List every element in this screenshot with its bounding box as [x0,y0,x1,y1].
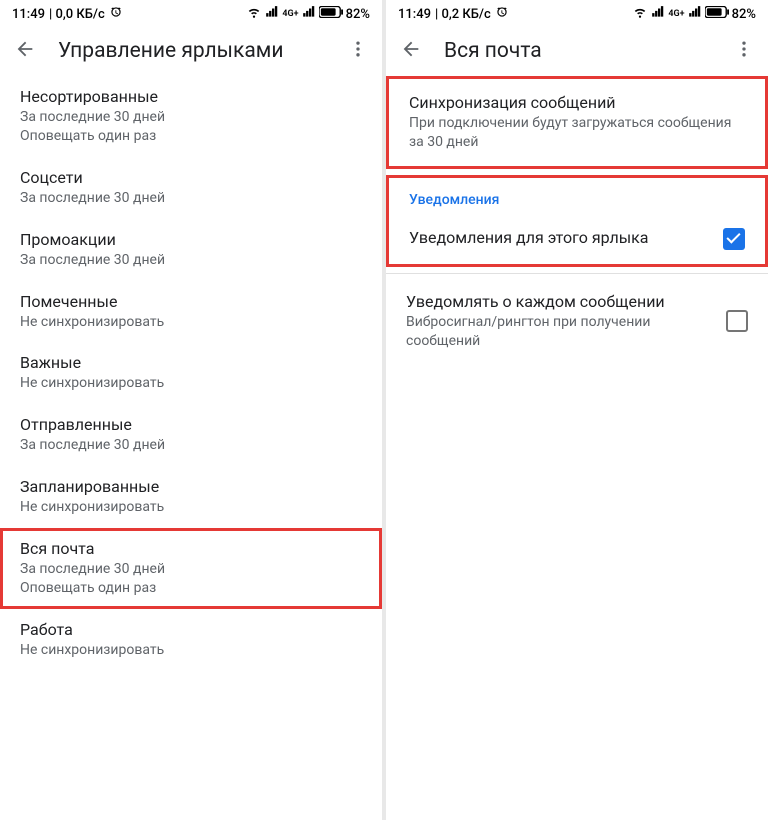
status-bar-left: 11:49 | 0,0 КБ/с 4G+ 82% [0,0,382,26]
label-item-sent[interactable]: Отправленные За последние 30 дней [0,404,382,466]
battery-percent: 82% [732,7,756,22]
label-item-promo[interactable]: Промоакции За последние 30 дней [0,219,382,281]
wifi-icon [246,5,262,23]
label-item-unsorted[interactable]: Несортированные За последние 30 дней Опо… [0,76,382,157]
notif-label-row[interactable]: Уведомления для этого ярлыка [389,214,765,264]
more-icon[interactable] [348,39,368,63]
settings-list: Синхронизация сообщений При подключении … [386,76,768,820]
status-time: 11:49 [398,7,431,22]
label-item-work[interactable]: Работа Не синхронизировать [0,609,382,671]
signal-icon-2 [688,5,702,23]
label-item-scheduled[interactable]: Запланированные Не синхронизировать [0,466,382,528]
status-bar-right: 11:49 | 0,2 КБ/с 4G+ 82% [386,0,768,26]
header-left: Управление ярлыками [0,26,382,76]
page-title: Управление ярлыками [58,39,326,63]
alarm-icon [495,5,509,23]
back-icon[interactable] [14,38,36,64]
page-title: Вся почта [444,39,712,63]
signal-icon [651,5,665,23]
status-net-speed: | 0,2 КБ/с [435,7,491,22]
signal-icon-2 [302,5,316,23]
label-item-starred[interactable]: Помеченные Не синхронизировать [0,281,382,343]
right-screen: 11:49 | 0,2 КБ/с 4G+ 82% [386,0,768,820]
status-time: 11:49 [12,7,45,22]
notif-each-checkbox[interactable] [726,310,748,332]
wifi-icon [632,5,648,23]
status-net-speed: | 0,0 КБ/с [49,7,105,22]
battery-icon [319,6,343,22]
signal-icon [265,5,279,23]
more-icon[interactable] [734,39,754,63]
alarm-icon [109,5,123,23]
label-item-all-mail[interactable]: Вся почта За последние 30 дней Оповещать… [0,528,382,609]
left-screen: 11:49 | 0,0 КБ/с 4G+ 82% [0,0,382,820]
sync-row[interactable]: Синхронизация сообщений При подключении … [389,79,765,166]
label-item-social[interactable]: Соцсети За последние 30 дней [0,157,382,219]
label-item-important[interactable]: Важные Не синхронизировать [0,342,382,404]
header-right: Вся почта [386,26,768,76]
divider [386,273,768,274]
notifications-block: Уведомления Уведомления для этого ярлыка [386,175,768,267]
back-icon[interactable] [400,38,422,64]
network-4g-icon: 4G+ [282,9,298,19]
battery-icon [705,6,729,22]
network-4g-icon: 4G+ [668,9,684,19]
notif-each-row[interactable]: Уведомлять о каждом сообщении Вибросигна… [386,278,768,365]
battery-percent: 82% [346,7,370,22]
labels-list: Несортированные За последние 30 дней Опо… [0,76,382,820]
notif-label-checkbox[interactable] [723,228,745,250]
sync-block: Синхронизация сообщений При подключении … [386,76,768,169]
notifications-section-header: Уведомления [389,178,765,214]
